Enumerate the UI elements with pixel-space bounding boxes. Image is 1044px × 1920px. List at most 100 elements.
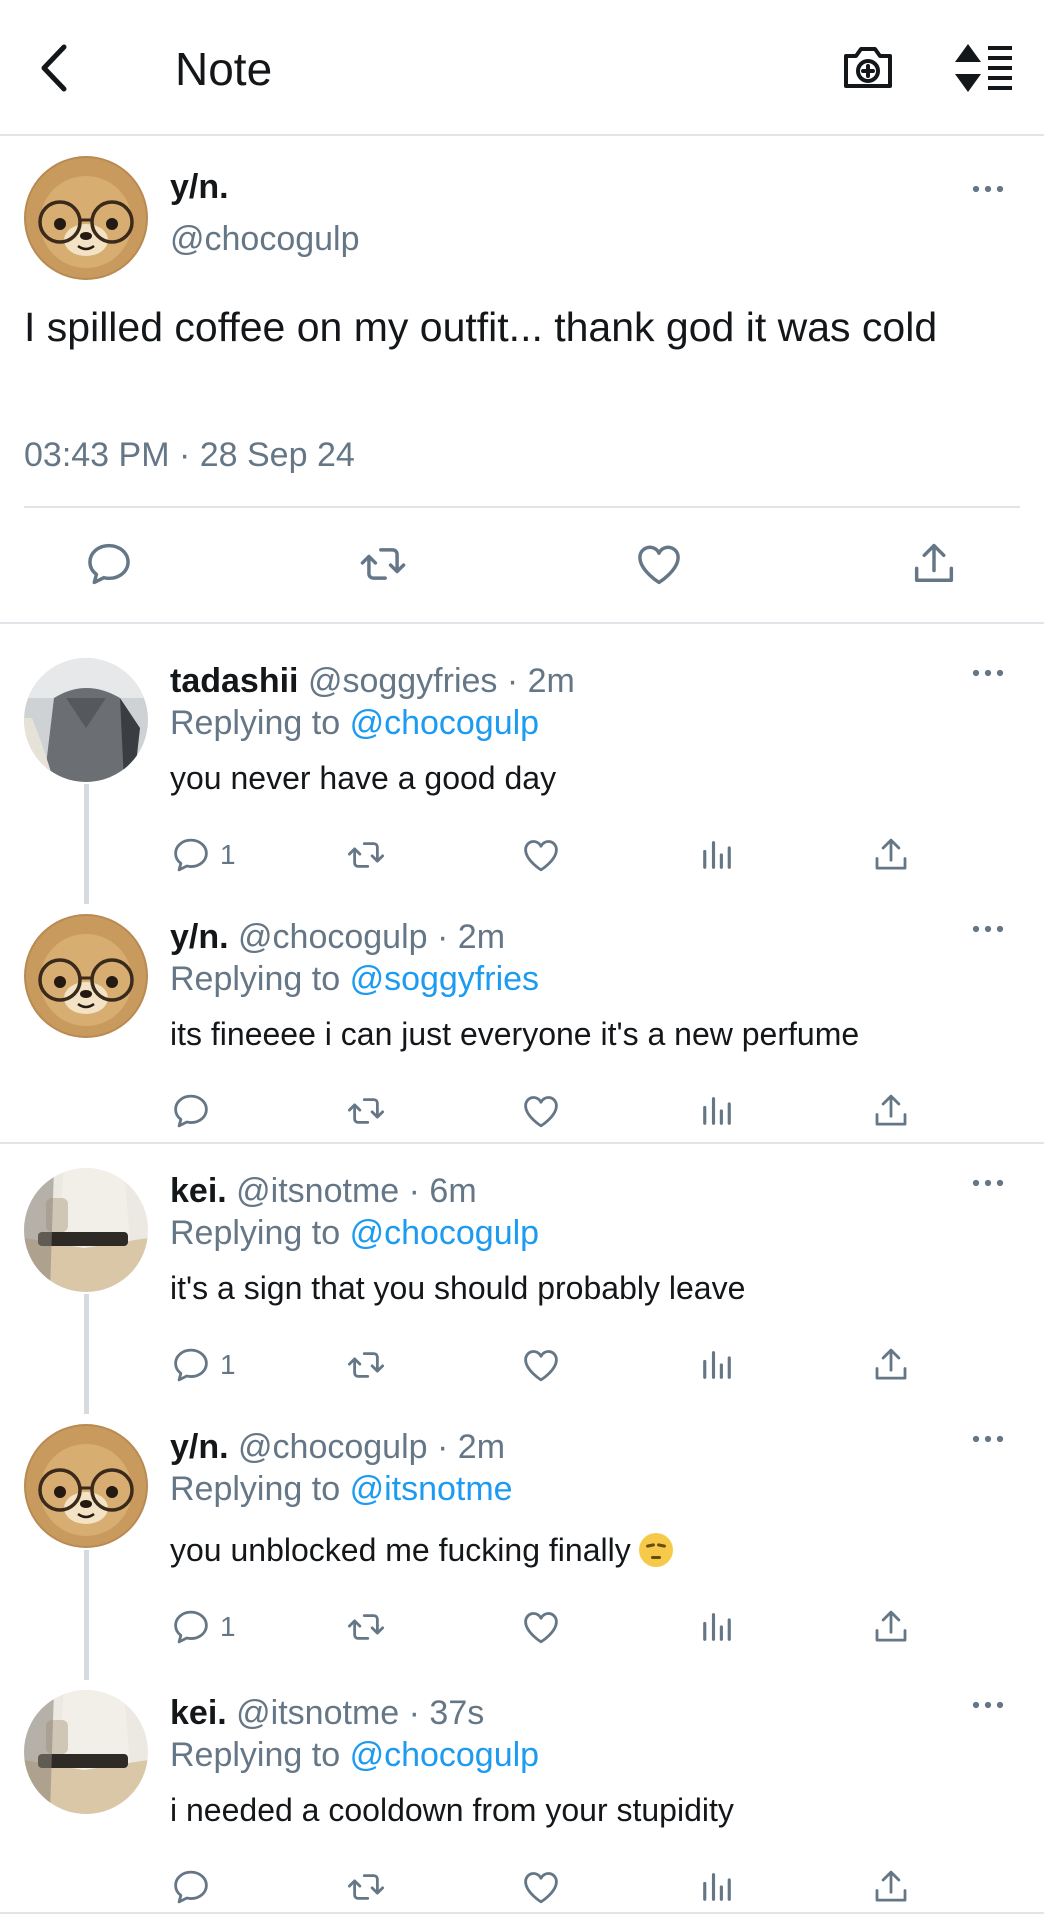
more-button[interactable] [970,666,1014,696]
reply-text: i needed a cooldown from your stupidity [170,1792,734,1828]
author-handle[interactable]: @chocogulp [170,220,360,259]
reply-actions [0,1862,1044,1912]
replying-prefix: Replying to [170,704,341,742]
divider [24,506,1020,508]
author-handle[interactable]: @chocogulp [238,918,428,956]
avatar[interactable] [24,156,148,280]
like-button[interactable] [520,1340,562,1390]
retweet-button[interactable] [345,830,387,880]
replying-prefix: Replying to [170,1470,341,1508]
reply-button[interactable]: 1 [170,830,236,880]
retweet-button[interactable] [345,1602,387,1652]
more-button[interactable] [970,1176,1014,1206]
reply-header: kei. @itsnotme · 6m [170,1172,477,1211]
reply-actions [0,1086,1044,1136]
reply-actions: 1 [0,830,1044,880]
reply-item[interactable]: y/n. @chocogulp · 2m Replying to @itsnotm… [0,1420,1044,1650]
unamused-face-icon [638,1533,673,1567]
replying-to: Replying to @chocogulp [170,704,539,743]
mention-link[interactable]: @soggyfries [350,960,539,998]
tweet-actions [0,534,1044,604]
share-button[interactable] [870,1862,912,1912]
mention-link[interactable]: @chocogulp [350,704,540,742]
reply-time: · 6m [408,1172,477,1210]
author-name[interactable]: kei. [170,1172,227,1210]
retweet-button[interactable] [345,1086,387,1136]
reply-button[interactable]: 1 [170,1602,236,1652]
avatar-image [24,1690,148,1814]
replying-to: Replying to @chocogulp [170,1736,539,1775]
share-button[interactable] [870,830,912,880]
more-button[interactable] [970,1432,1014,1462]
stats-button[interactable] [696,1602,738,1652]
author-name[interactable]: y/n. [170,1428,229,1466]
like-button[interactable] [520,1086,562,1136]
share-icon [870,1866,912,1908]
reply-button[interactable]: 1 [170,1340,236,1390]
author-handle[interactable]: @soggyfries [308,662,497,700]
share-icon [908,538,960,590]
like-button[interactable] [629,534,689,594]
reply-button[interactable] [79,534,139,594]
like-button[interactable] [520,1602,562,1652]
avatar[interactable] [24,1168,148,1292]
author-name[interactable]: tadashii [170,662,298,700]
author-handle[interactable]: @itsnotme [236,1694,399,1732]
like-button[interactable] [520,830,562,880]
mention-link[interactable]: @chocogulp [350,1214,540,1252]
reply-actions: 1 [0,1602,1044,1652]
back-button[interactable] [30,40,78,96]
retweet-button[interactable] [345,1862,387,1912]
reply-count: 1 [220,839,236,870]
share-button[interactable] [870,1340,912,1390]
share-button[interactable] [870,1602,912,1652]
reply-time: · 2m [506,662,575,700]
author-name[interactable]: y/n. [170,168,229,207]
author-name[interactable]: y/n. [170,918,229,956]
more-button[interactable] [970,922,1014,952]
like-icon [633,538,685,590]
reply-item[interactable]: y/n. @chocogulp · 2m Replying to @soggyfr… [0,910,1044,1140]
more-dots-icon [970,1699,1006,1711]
reply-time: · 2m [437,1428,506,1466]
avatar[interactable] [24,658,148,782]
stats-icon [696,1090,738,1132]
retweet-icon [345,834,387,876]
reply-item[interactable]: kei. @itsnotme · 6m Replying to @chocogul… [0,1164,1044,1394]
retweet-button[interactable] [353,534,413,594]
reply-header: y/n. @chocogulp · 2m [170,918,505,957]
share-button[interactable] [904,534,964,594]
reply-button[interactable] [170,1086,220,1136]
like-button[interactable] [520,1862,562,1912]
avatar[interactable] [24,1690,148,1814]
reply-actions: 1 [0,1340,1044,1390]
camera-button[interactable] [840,40,896,96]
retweet-button[interactable] [345,1340,387,1390]
more-dots-icon [970,183,1006,195]
reply-button[interactable] [170,1862,220,1912]
author-handle[interactable]: @chocogulp [238,1428,428,1466]
stats-button[interactable] [696,1340,738,1390]
share-button[interactable] [870,1086,912,1136]
mention-link[interactable]: @chocogulp [350,1736,540,1774]
avatar[interactable] [24,914,148,1038]
reply-item[interactable]: kei. @itsnotme · 37s Replying to @chocogu… [0,1686,1044,1916]
stats-button[interactable] [696,1862,738,1912]
like-icon [520,1866,562,1908]
more-dots-icon [970,1433,1006,1445]
mention-link[interactable]: @itsnotme [350,1470,513,1508]
share-icon [870,1090,912,1132]
stats-button[interactable] [696,1086,738,1136]
more-dots-icon [970,923,1006,935]
reply-item[interactable]: tadashii @soggyfries · 2m Replying to @ch… [0,654,1044,884]
sort-button[interactable] [950,40,1016,96]
stats-button[interactable] [696,830,738,880]
author-handle[interactable]: @itsnotme [236,1172,399,1210]
more-button[interactable] [970,1698,1014,1728]
stats-icon [696,1344,738,1386]
author-name[interactable]: kei. [170,1694,227,1732]
share-icon [870,834,912,876]
replying-to: Replying to @chocogulp [170,1214,539,1253]
more-button[interactable] [970,182,1014,212]
avatar[interactable] [24,1424,148,1548]
